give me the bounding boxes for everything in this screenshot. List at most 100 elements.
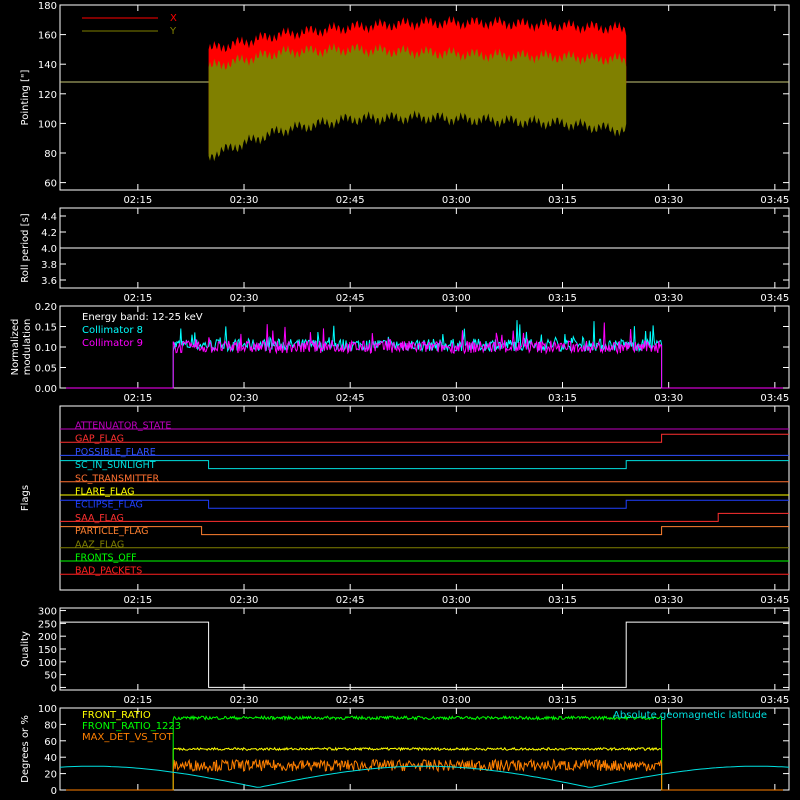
y-tick-label: 4.2 [41,228,57,239]
y-axis-label: Normalized modulation [10,319,33,376]
x-tick-label: 03:30 [654,595,683,606]
y-tick-label: 0 [51,786,57,797]
flag-label-sc-in-sunlight: SC_IN_SUNLIGHT [75,460,156,471]
x-tick-label: 03:30 [654,195,683,206]
x-tick-label: 03:45 [760,195,789,206]
quality-line [60,621,789,688]
ratio-series-front-ratio [60,746,789,791]
x-tick-label: 03:15 [548,695,577,706]
ratio-series-max-det-vs-tot [60,758,789,791]
x-tick-label: 03:45 [760,595,789,606]
flag-line-eclipse-flag [60,499,789,509]
x-tick-label: 03:00 [442,393,471,404]
x-tick-label: 02:15 [123,595,152,606]
y-axis-label-text: Flags [20,485,31,511]
flag-line-saa-flag [60,512,789,522]
y-tick-label: 0 [51,683,57,694]
x-tick-label: 02:30 [230,393,259,404]
x-tick-label: 03:30 [654,695,683,706]
flag-line-particle-flag [60,526,789,536]
y-axis-label: Roll period [s] [20,213,31,282]
flag-label-possible-flare: POSSIBLE_FLARE [75,447,156,458]
x-tick-label: 03:30 [654,393,683,404]
x-tick-label: 03:15 [548,595,577,606]
flag-label-bad-packets: BAD_PACKETS [75,566,142,577]
flag-label-gap-flag: GAP_FLAG [75,434,124,445]
y-tick-label: 0.00 [35,384,57,395]
y-axis-label: Pointing ["] [20,69,31,125]
y-axis-label: Degrees or % [20,715,31,783]
y-tick-label: 150 [38,645,57,656]
flag-label-saa-flag: SAA_FLAG [75,513,124,524]
energy-band-annotation: Energy band: 12-25 keV [82,312,203,323]
x-tick-label: 02:15 [123,695,152,706]
flag-label-fronts-off: FRONTS_OFF [75,553,137,564]
x-tick-label: 02:15 [123,195,152,206]
modulation-series-collimator-9 [60,322,789,389]
y-axis-label-line2: modulation [22,319,33,376]
y-tick-label: 300 [38,607,57,618]
y-tick-label: 60 [44,737,57,748]
x-tick-label: 02:45 [336,695,365,706]
x-tick-label: 03:00 [442,595,471,606]
flag-label-aaz-flag: AAZ_FLAG [75,539,124,550]
flag-label-eclipse-flag: ECLIPSE_FLAG [75,500,143,511]
y-axis-label-text: Pointing ["] [20,69,31,125]
flag-label-sc-transmitter: SC_TRANSMITTER [75,473,160,484]
x-tick-label: 02:15 [123,293,152,304]
x-tick-label: 02:45 [336,393,365,404]
x-tick-label: 02:30 [230,195,259,206]
pointing-series-y-band [208,42,627,162]
y-tick-label: 100 [38,704,57,715]
y-tick-label: 3.8 [41,260,57,271]
x-tick-label: 03:15 [548,195,577,206]
x-tick-label: 02:30 [230,595,259,606]
y-tick-label: 60 [44,179,57,190]
legend-label-collimator-8: Collimator 8 [82,325,143,336]
y-tick-label: 4.4 [41,212,57,223]
flag-label-flare-flag: FLARE_FLAG [75,487,135,498]
flag-line-gap-flag [60,433,789,443]
y-tick-label: 40 [44,753,57,764]
legend-label-y: Y [169,26,177,37]
x-tick-label: 03:30 [654,293,683,304]
x-tick-label: 02:45 [336,195,365,206]
legend-label-x: X [170,13,177,24]
x-tick-label: 02:15 [123,393,152,404]
legend-label-collimator-9: Collimator 9 [82,338,143,349]
y-tick-label: 0.15 [35,323,57,334]
x-tick-label: 03:45 [760,293,789,304]
y-axis-label-text: Roll period [s] [20,213,31,282]
y-tick-label: 200 [38,632,57,643]
x-tick-label: 02:30 [230,293,259,304]
y-tick-label: 100 [38,658,57,669]
x-tick-label: 03:00 [442,293,471,304]
y-tick-label: 100 [38,119,57,130]
x-tick-label: 03:15 [548,393,577,404]
x-tick-label: 02:45 [336,595,365,606]
x-tick-label: 03:15 [548,293,577,304]
flag-line-sc-in-sunlight [60,460,789,470]
x-tick-label: 03:00 [442,695,471,706]
x-tick-label: 03:45 [760,695,789,706]
y-tick-label: 80 [44,149,57,160]
y-tick-label: 140 [38,60,57,71]
x-tick-label: 03:00 [442,195,471,206]
figure: 02:15 02:30 02:45 03:00 03:15 03:30 03:45 60 80 1… [10,1,790,797]
y-axis-label: Quality [20,631,31,667]
y-axis-label: Flags [20,485,31,511]
y-tick-label: 20 [44,770,57,781]
y-tick-label: 180 [38,1,57,12]
flag-label-attenuator-state: ATTENUATOR_STATE [75,421,171,432]
y-tick-label: 50 [44,671,57,682]
y-tick-label: 0.10 [35,343,57,354]
y-tick-label: 250 [38,619,57,630]
flag-label-particle-flag: PARTICLE_FLAG [75,526,148,537]
y-tick-label: 120 [38,90,57,101]
legend-label-front-ratio-1223: FRONT_RATIO_1223 [82,721,181,732]
y-axis-label-text: Degrees or % [20,715,31,783]
y-tick-label: 4.0 [41,244,57,255]
y-axis-label-text: Quality [20,631,31,667]
legend-label-geomagnetic-latitude: Absolute geomagnetic latitude [613,710,767,721]
y-tick-label: 0.05 [35,364,57,375]
